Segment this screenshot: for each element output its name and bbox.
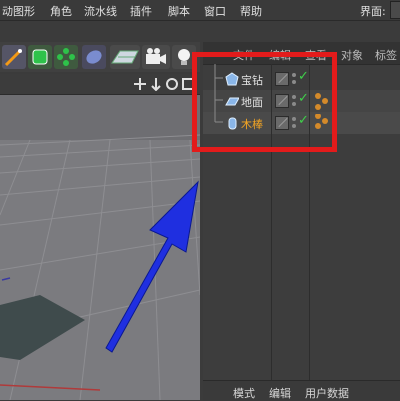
blue-arrow-icon [105, 180, 199, 353]
